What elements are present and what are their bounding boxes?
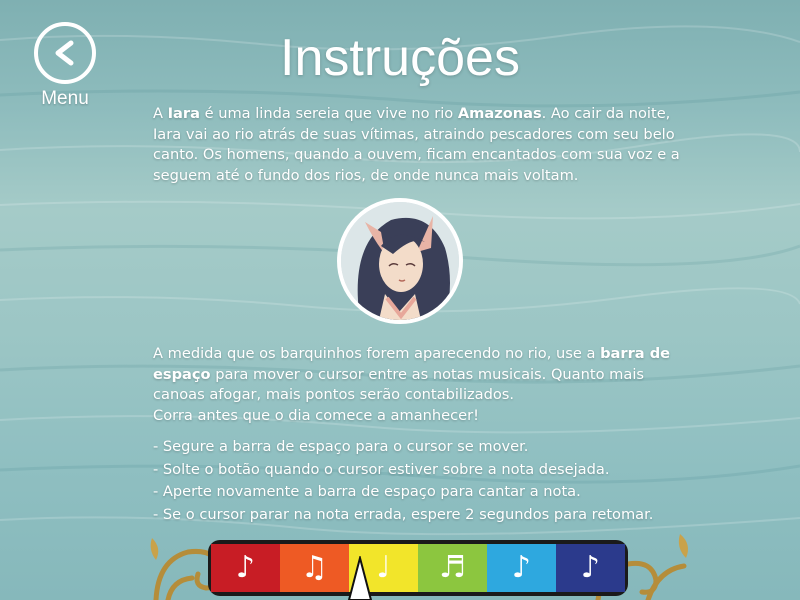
note-selector-cursor-icon — [347, 556, 373, 600]
half-note-icon: ♩ — [376, 550, 391, 585]
steps-list: - Segure a barra de espaço para o cursor… — [153, 436, 698, 526]
note-key[interactable]: ♪ — [211, 544, 280, 592]
note-icon: ♪ — [511, 550, 532, 585]
note-key[interactable]: ♫ — [280, 544, 349, 592]
beamed-sixteenth-notes-icon: ♬ — [439, 550, 466, 585]
list-item: - Solte o botão quando o cursor estiver … — [153, 460, 610, 478]
beamed-eighth-notes-icon: ♫ — [301, 550, 328, 585]
quarter-note-icon: ♪ — [235, 550, 256, 585]
note-key[interactable]: ♬ — [418, 544, 487, 592]
note-key[interactable]: ♪ — [487, 544, 556, 592]
sixteenth-note-icon: ♪ — [580, 550, 601, 585]
list-item: - Se o cursor parar na nota errada, espe… — [153, 505, 654, 523]
note-bar: ♪ ♫ ♩ ♬ ♪ ♪ — [208, 540, 628, 596]
page-title: Instruções — [280, 29, 520, 87]
intro-paragraph: A Iara é uma linda sereia que vive no ri… — [153, 105, 680, 184]
list-item: - Segure a barra de espaço para o cursor… — [153, 438, 529, 455]
menu-label: Menu — [41, 88, 89, 109]
list-item: - Aperte novamente a barra de espaço par… — [153, 483, 581, 500]
note-key[interactable]: ♪ — [556, 544, 625, 592]
iara-mermaid-portrait-icon — [341, 202, 459, 320]
iara-portrait — [337, 198, 463, 324]
instructions-paragraph: A medida que os barquinhos forem aparece… — [153, 345, 671, 424]
